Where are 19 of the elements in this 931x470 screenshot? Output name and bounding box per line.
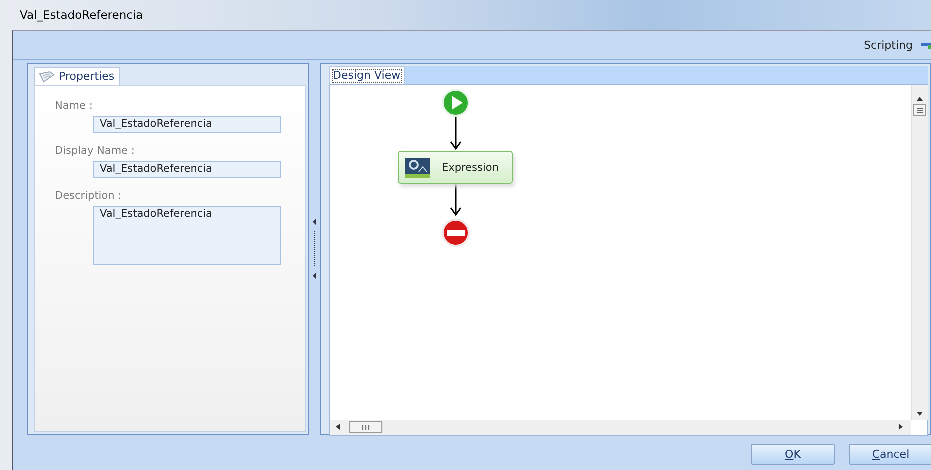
field-label: Display Name : (55, 145, 136, 157)
document-icon (39, 70, 55, 82)
scripting-label: Scripting (864, 38, 913, 52)
gear-icon (405, 158, 430, 178)
text-field[interactable]: Val_EstadoReferencia (93, 161, 281, 178)
dialog-button[interactable]: Cancel (849, 444, 931, 465)
toolbar-icon[interactable] (921, 41, 931, 49)
properties-tab[interactable]: Properties (34, 67, 120, 85)
text-field[interactable]: Val_EstadoReferencia (93, 116, 281, 133)
window-title: Val_EstadoReferencia (19, 7, 144, 24)
vertical-scrollbar[interactable] (911, 85, 928, 420)
horizontal-scrollbar[interactable] (330, 420, 911, 435)
field-label: Description : (55, 190, 123, 202)
field-label: Name : (55, 100, 94, 112)
dialog-button[interactable]: OK (751, 444, 835, 465)
description-field[interactable]: Val_EstadoReferencia (93, 206, 281, 265)
design-view-tab[interactable]: Design View (329, 66, 405, 84)
splitter-grip[interactable] (312, 219, 317, 279)
expression-activity[interactable]: Expression (398, 151, 513, 184)
